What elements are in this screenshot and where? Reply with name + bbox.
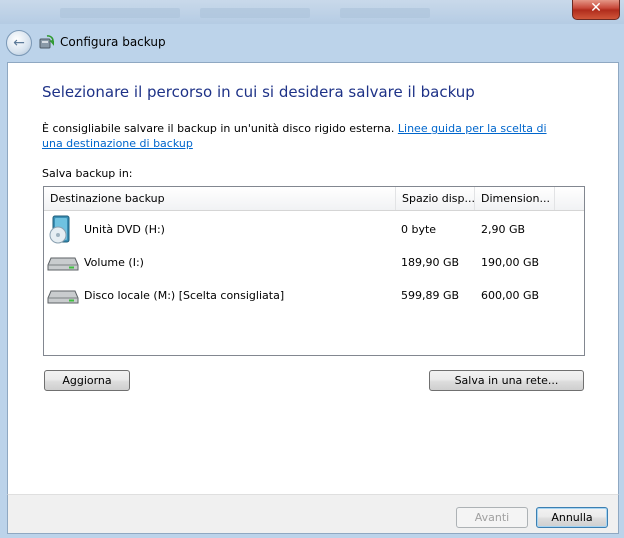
list-header: Destinazione backup Spazio disp... Dimen… xyxy=(44,187,584,211)
close-button[interactable]: ✕ xyxy=(572,0,620,20)
column-header-filler xyxy=(555,187,584,210)
size-value: 190,00 GB xyxy=(481,256,540,269)
free-space-value: 0 byte xyxy=(401,223,437,236)
blurred-background xyxy=(60,8,180,18)
column-header-size[interactable]: Dimension... xyxy=(475,187,555,210)
table-row[interactable]: Disco locale (M:) [Scelta consigliata] 5… xyxy=(44,279,584,312)
dvd-drive-icon xyxy=(49,215,70,244)
table-row[interactable]: Volume (I:) 189,90 GB 190,00 GB xyxy=(44,246,584,279)
save-to-network-button[interactable]: Salva in una rete... xyxy=(429,370,584,391)
table-row[interactable]: Unità DVD (H:) 0 byte 2,90 GB xyxy=(44,213,584,246)
destination-name: Unità DVD (H:) xyxy=(84,223,165,236)
free-space-value: 189,90 GB xyxy=(401,256,460,269)
wizard-content: Selezionare il percorso in cui si deside… xyxy=(7,62,619,495)
back-button[interactable]: ← xyxy=(6,30,32,56)
description-text: È consigliabile salvare il backup in un'… xyxy=(42,122,398,135)
blurred-background xyxy=(340,8,430,18)
blurred-background xyxy=(200,8,310,18)
hard-disk-icon xyxy=(47,257,79,271)
free-space-value: 599,89 GB xyxy=(401,289,460,302)
backup-wizard-window: ✕ ← Configura backup Selezionare il perc… xyxy=(0,0,624,538)
page-title: Selezionare il percorso in cui si deside… xyxy=(42,83,475,101)
wizard-footer: Avanti Annulla xyxy=(7,494,619,534)
destination-name: Volume (I:) xyxy=(84,256,144,269)
refresh-button[interactable]: Aggiorna xyxy=(44,370,130,391)
backup-destination-list[interactable]: Destinazione backup Spazio disp... Dimen… xyxy=(43,186,585,356)
title-bar: ← Configura backup xyxy=(0,24,624,62)
window-title: Configura backup xyxy=(60,35,166,49)
size-value: 2,90 GB xyxy=(481,223,526,236)
back-arrow-icon: ← xyxy=(13,35,25,51)
hard-disk-icon xyxy=(47,290,79,304)
close-icon: ✕ xyxy=(590,0,602,16)
backup-icon xyxy=(39,35,54,49)
window-frame-top xyxy=(0,0,624,24)
column-header-free-space[interactable]: Spazio disp... xyxy=(396,187,475,210)
column-header-destination[interactable]: Destinazione backup xyxy=(44,187,396,210)
cancel-button[interactable]: Annulla xyxy=(536,507,608,528)
save-backup-label: Salva backup in: xyxy=(42,167,133,180)
destination-name: Disco locale (M:) [Scelta consigliata] xyxy=(84,289,285,302)
description: È consigliabile salvare il backup in un'… xyxy=(42,121,562,151)
size-value: 600,00 GB xyxy=(481,289,540,302)
next-button[interactable]: Avanti xyxy=(456,507,528,528)
